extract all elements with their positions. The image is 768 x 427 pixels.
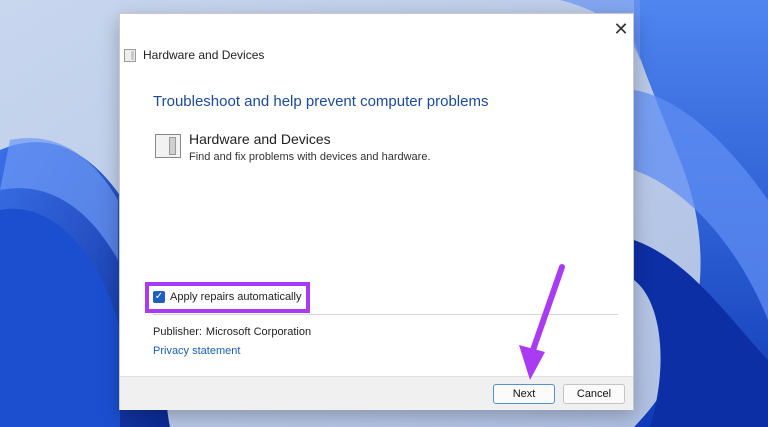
- troubleshooter-item: Hardware and Devices Find and fix proble…: [155, 131, 431, 163]
- hardware-device-icon: [155, 134, 181, 158]
- publisher-value: Microsoft Corporation: [205, 326, 312, 338]
- item-description: Find and fix problems with devices and h…: [189, 151, 431, 163]
- publisher-info: Publisher: Microsoft Corporation: [153, 326, 311, 338]
- hardware-device-icon: [124, 48, 136, 62]
- privacy-statement-link[interactable]: Privacy statement: [153, 345, 240, 357]
- checkbox-checked-icon[interactable]: ✓: [153, 291, 165, 303]
- dialog-footer: Next Cancel: [120, 376, 633, 410]
- next-button[interactable]: Next: [493, 384, 555, 404]
- apply-repairs-label: Apply repairs automatically: [170, 291, 302, 303]
- close-icon: ✕: [613, 18, 629, 39]
- divider: [153, 314, 618, 315]
- item-title: Hardware and Devices: [189, 131, 331, 147]
- close-button[interactable]: ✕: [608, 16, 634, 42]
- window-title: Hardware and Devices: [143, 48, 265, 62]
- apply-repairs-checkbox[interactable]: ✓ Apply repairs automatically: [153, 291, 301, 303]
- page-heading: Troubleshoot and help prevent computer p…: [153, 93, 489, 110]
- troubleshooter-dialog: ✕ Hardware and Devices Troubleshoot and …: [119, 13, 634, 410]
- publisher-label: Publisher:: [153, 326, 202, 338]
- cancel-button[interactable]: Cancel: [563, 384, 625, 404]
- dialog-titlebar: Hardware and Devices: [124, 46, 264, 64]
